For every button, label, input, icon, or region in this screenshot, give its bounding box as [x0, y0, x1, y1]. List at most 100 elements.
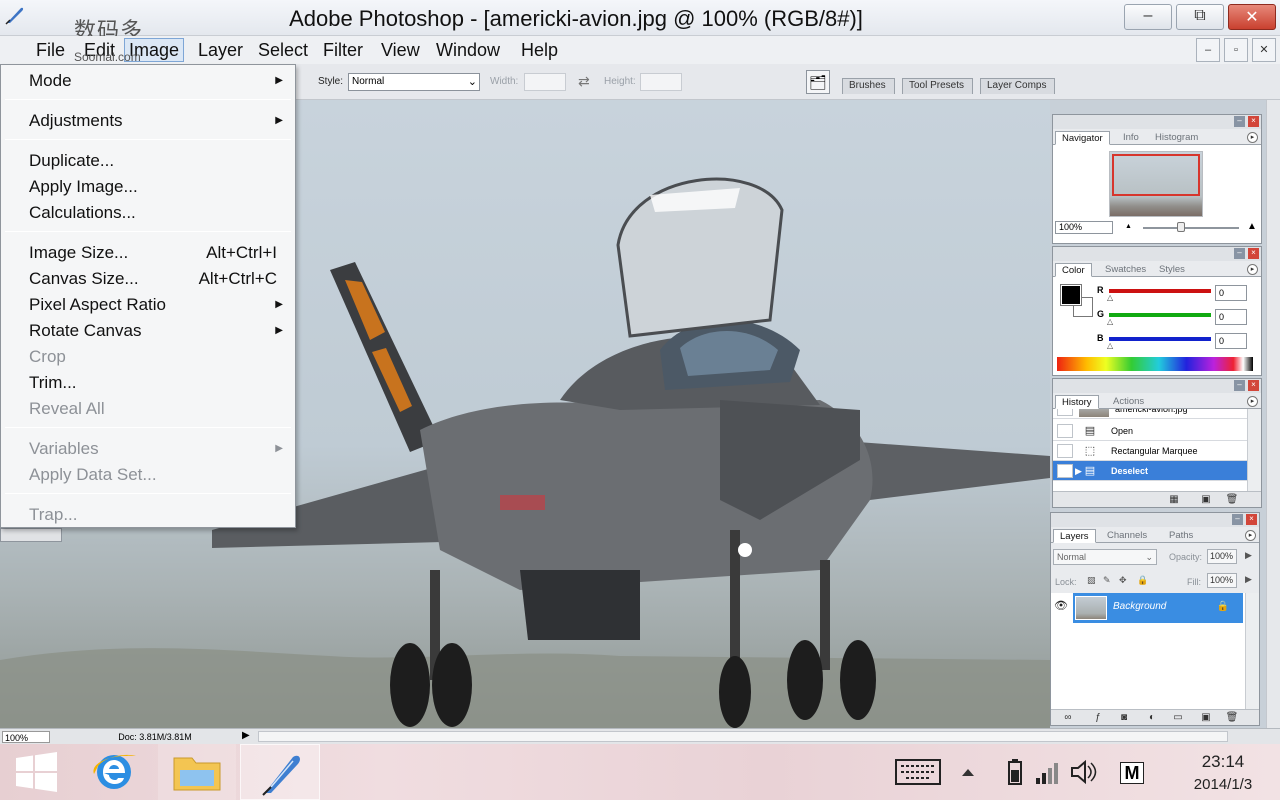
history-row-deselect[interactable]: ▶ ▤ Deselect	[1053, 461, 1247, 481]
menu-select[interactable]: Select	[254, 38, 312, 62]
blend-mode-select[interactable]: Normal ⌄	[1053, 549, 1157, 565]
history-row-open[interactable]: ▤ Open	[1053, 421, 1247, 441]
tab-history[interactable]: History	[1055, 395, 1099, 409]
menu-item-image-size[interactable]: Image Size...	[29, 243, 128, 263]
tab-layers[interactable]: Layers	[1053, 529, 1096, 543]
channel-b-knob-icon[interactable]: △	[1107, 341, 1113, 350]
navigator-thumbnail[interactable]	[1109, 151, 1203, 217]
panel-menu-icon[interactable]: ▸	[1247, 396, 1258, 407]
tab-histogram[interactable]: Histogram	[1149, 131, 1204, 145]
foreground-color-swatch[interactable]	[1060, 284, 1082, 306]
menu-help[interactable]: Help	[517, 38, 562, 62]
clock-date[interactable]: 2014/1/3	[1170, 776, 1276, 793]
history-snapshot-row[interactable]: americki-avion.jpg	[1053, 409, 1247, 419]
minimize-button[interactable]: –	[1124, 4, 1172, 30]
menu-item-mode[interactable]: Mode	[29, 71, 72, 91]
zoom-in-icon[interactable]: ▲	[1247, 221, 1257, 232]
network-indicator[interactable]	[1032, 744, 1062, 800]
navigator-zoom-slider[interactable]	[1143, 227, 1239, 229]
status-zoom-field[interactable]: 100%	[2, 731, 50, 743]
menu-item-duplicate[interactable]: Duplicate...	[29, 151, 114, 171]
channel-r-slider[interactable]	[1109, 289, 1211, 293]
channel-g-slider[interactable]	[1109, 313, 1211, 317]
trash-icon[interactable]: 🗑	[1225, 712, 1239, 724]
tab-paths[interactable]: Paths	[1163, 529, 1199, 543]
menu-window[interactable]: Window	[432, 38, 504, 62]
menu-layer[interactable]: Layer	[194, 38, 247, 62]
panel-close-icon[interactable]: ×	[1248, 116, 1259, 127]
layers-scrollbar[interactable]	[1245, 593, 1259, 709]
panel-menu-icon[interactable]: ▸	[1247, 132, 1258, 143]
menu-item-adjustments[interactable]: Adjustments	[29, 111, 123, 131]
new-group-icon[interactable]: ▭	[1171, 712, 1185, 724]
tab-swatches[interactable]: Swatches	[1099, 263, 1152, 277]
restore-button[interactable]: ⧉	[1176, 4, 1224, 30]
menu-item-canvas-size[interactable]: Canvas Size...	[29, 269, 139, 289]
history-brush-box[interactable]	[1057, 409, 1073, 416]
canvas-vertical-scrollbar[interactable]	[1266, 100, 1280, 728]
fill-field[interactable]: 100%	[1207, 573, 1237, 588]
menu-item-trim[interactable]: Trim...	[29, 373, 77, 393]
panel-minimize-icon[interactable]: –	[1234, 380, 1245, 391]
channel-g-knob-icon[interactable]: △	[1107, 317, 1113, 326]
menu-view[interactable]: View	[377, 38, 424, 62]
tab-color[interactable]: Color	[1055, 263, 1092, 277]
width-field[interactable]	[524, 73, 566, 91]
doc-restore-button[interactable]: ▫	[1224, 38, 1248, 62]
lock-image-icon[interactable]: ✎	[1103, 575, 1113, 585]
new-snapshot-icon[interactable]: ▣	[1199, 494, 1213, 506]
panel-menu-icon[interactable]: ▸	[1245, 530, 1256, 541]
clock-time[interactable]: 23:14	[1170, 752, 1276, 772]
navigator-zoom-knob[interactable]	[1177, 222, 1185, 232]
eye-icon[interactable]: 👁	[1053, 599, 1069, 613]
opacity-arrow-icon[interactable]: ▶	[1245, 550, 1252, 561]
menu-item-rotate-canvas[interactable]: Rotate Canvas	[29, 321, 141, 341]
channel-b-value[interactable]: 0	[1215, 333, 1247, 349]
tab-actions[interactable]: Actions	[1107, 395, 1150, 409]
panel-minimize-icon[interactable]: –	[1232, 514, 1243, 525]
layer-mask-icon[interactable]: ◙	[1117, 712, 1131, 724]
navigator-view-box[interactable]	[1112, 154, 1200, 196]
tab-tool-presets[interactable]: Tool Presets	[902, 78, 974, 94]
battery-indicator[interactable]	[1004, 744, 1026, 800]
menu-filter[interactable]: Filter	[319, 38, 367, 62]
channel-g-value[interactable]: 0	[1215, 309, 1247, 325]
lock-position-icon[interactable]: ✥	[1119, 575, 1129, 585]
adjustment-layer-icon[interactable]: ◐	[1145, 712, 1159, 724]
new-document-from-state-icon[interactable]: ▦	[1167, 494, 1181, 506]
taskbar-file-explorer[interactable]	[158, 744, 236, 800]
height-field[interactable]	[640, 73, 682, 91]
channel-r-value[interactable]: 0	[1215, 285, 1247, 301]
taskbar-photoshop[interactable]	[240, 744, 320, 800]
tab-styles[interactable]: Styles	[1153, 263, 1191, 277]
history-brush-box[interactable]	[1057, 424, 1073, 438]
menu-item-apply-image[interactable]: Apply Image...	[29, 177, 138, 197]
navigator-zoom-field[interactable]: 100%	[1055, 221, 1113, 234]
opacity-field[interactable]: 100%	[1207, 549, 1237, 564]
menu-file[interactable]: File	[32, 38, 69, 62]
history-brush-box[interactable]	[1057, 464, 1073, 478]
lock-all-icon[interactable]: 🔒	[1137, 575, 1148, 585]
channel-r-knob-icon[interactable]: △	[1107, 293, 1113, 302]
layer-style-icon[interactable]: ƒ	[1091, 712, 1105, 724]
new-layer-icon[interactable]: ▣	[1199, 712, 1213, 724]
panel-menu-icon[interactable]: ▸	[1247, 264, 1258, 275]
touch-keyboard-button[interactable]	[892, 744, 944, 800]
panel-minimize-icon[interactable]: –	[1234, 248, 1245, 259]
volume-indicator[interactable]	[1068, 744, 1098, 800]
palette-well-icon[interactable]: 🗂	[806, 70, 830, 94]
tab-channels[interactable]: Channels	[1101, 529, 1153, 543]
panel-close-icon[interactable]: ×	[1246, 514, 1257, 525]
style-select[interactable]: Normal ⌄	[348, 73, 480, 91]
taskbar-internet-explorer[interactable]	[78, 744, 150, 800]
channel-b-slider[interactable]	[1109, 337, 1211, 341]
status-menu-arrow-icon[interactable]: ▶	[242, 730, 250, 741]
close-button[interactable]: ✕	[1228, 4, 1276, 30]
menu-item-calculations[interactable]: Calculations...	[29, 203, 136, 223]
start-button[interactable]	[0, 744, 74, 800]
trash-icon[interactable]: 🗑	[1225, 494, 1239, 506]
tab-info[interactable]: Info	[1117, 131, 1145, 145]
tab-layer-comps[interactable]: Layer Comps	[980, 78, 1056, 94]
history-brush-box[interactable]	[1057, 444, 1073, 458]
history-scrollbar[interactable]	[1247, 409, 1261, 491]
